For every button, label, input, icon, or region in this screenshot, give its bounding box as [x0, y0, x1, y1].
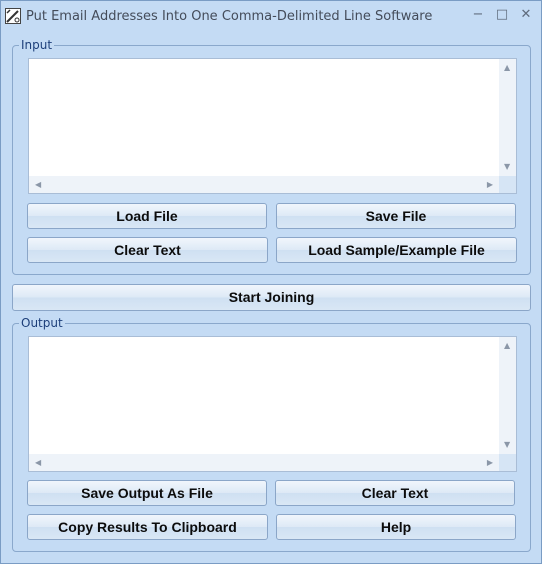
scroll-down-icon[interactable]: ▼ [504, 441, 510, 449]
load-sample-button[interactable]: Load Sample/Example File [276, 237, 517, 263]
clear-output-button[interactable]: Clear Text [275, 480, 515, 506]
start-joining-button[interactable]: Start Joining [12, 284, 531, 311]
scroll-right-icon[interactable]: ▶ [487, 181, 493, 189]
save-file-button[interactable]: Save File [276, 203, 516, 229]
app-icon [5, 8, 21, 24]
input-vertical-scrollbar[interactable]: ▲ ▼ [499, 59, 516, 176]
scroll-down-icon[interactable]: ▼ [504, 163, 510, 171]
output-horizontal-scrollbar[interactable]: ◀ ▶ [29, 454, 499, 471]
title-bar[interactable]: Put Email Addresses Into One Comma-Delim… [1, 1, 541, 32]
output-textarea[interactable]: ▲ ▼ ◀ ▶ [28, 336, 517, 472]
scroll-left-icon[interactable]: ◀ [35, 459, 41, 467]
app-window: Put Email Addresses Into One Comma-Delim… [0, 0, 542, 564]
load-file-button[interactable]: Load File [27, 203, 267, 229]
input-group: Input ▲ ▼ ◀ ▶ Load File Save File Clear … [12, 38, 531, 275]
minimize-button[interactable]: − [467, 6, 489, 24]
copy-results-button[interactable]: Copy Results To Clipboard [27, 514, 268, 540]
maximize-button[interactable]: □ [491, 6, 513, 24]
output-group: Output ▲ ▼ ◀ ▶ Save Output As File Clear… [12, 316, 531, 552]
output-group-label: Output [19, 316, 65, 330]
input-textarea[interactable]: ▲ ▼ ◀ ▶ [28, 58, 517, 194]
scrollbar-corner [499, 454, 516, 471]
scroll-left-icon[interactable]: ◀ [35, 181, 41, 189]
scrollbar-corner [499, 176, 516, 193]
output-vertical-scrollbar[interactable]: ▲ ▼ [499, 337, 516, 454]
scroll-up-icon[interactable]: ▲ [504, 342, 510, 350]
scroll-up-icon[interactable]: ▲ [504, 64, 510, 72]
close-button[interactable]: ✕ [515, 6, 537, 24]
input-horizontal-scrollbar[interactable]: ◀ ▶ [29, 176, 499, 193]
help-button[interactable]: Help [276, 514, 516, 540]
input-group-label: Input [19, 38, 55, 52]
clear-input-button[interactable]: Clear Text [27, 237, 268, 263]
window-title: Put Email Addresses Into One Comma-Delim… [26, 9, 433, 24]
scroll-right-icon[interactable]: ▶ [487, 459, 493, 467]
save-output-button[interactable]: Save Output As File [27, 480, 267, 506]
